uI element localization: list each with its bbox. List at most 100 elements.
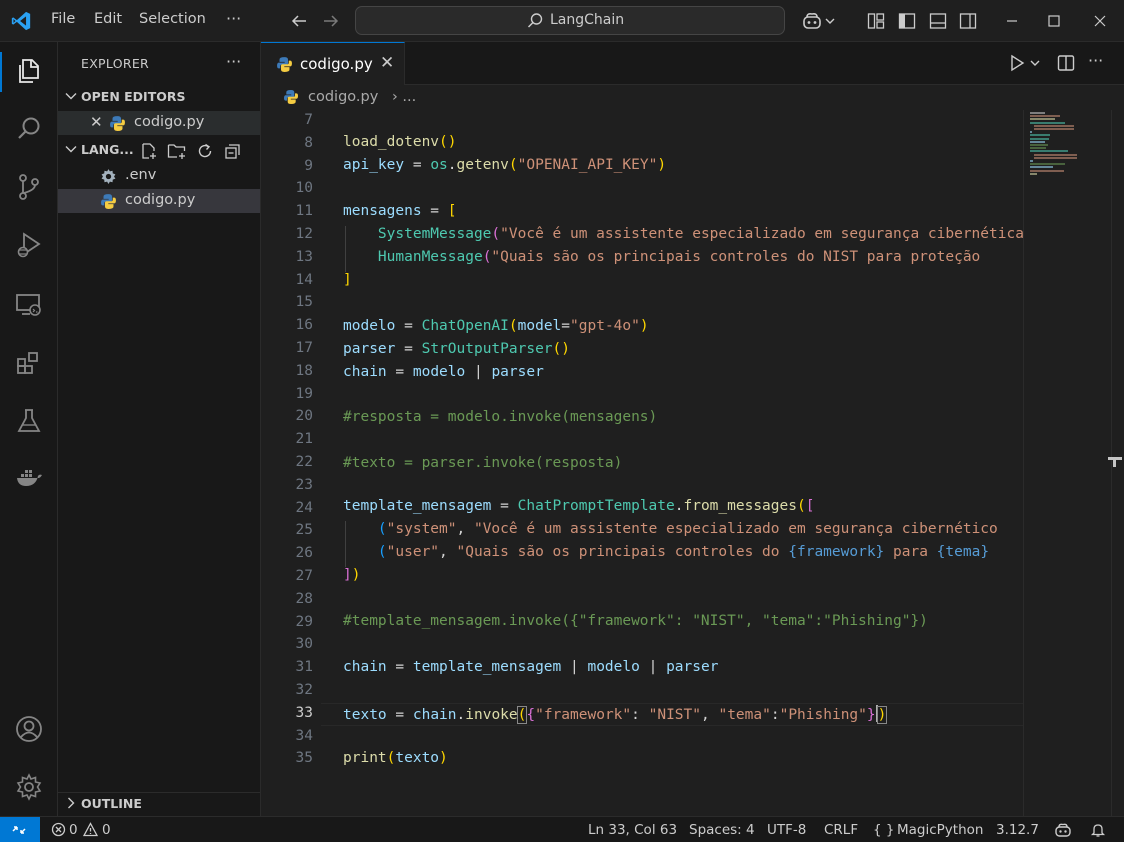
gear-icon (16, 773, 42, 801)
token: mensagens (343, 203, 422, 219)
token: = (395, 318, 422, 334)
line-number: 33 (295, 704, 313, 721)
customize-layout-icon[interactable] (866, 11, 886, 31)
explorer-more-button[interactable]: ··· (226, 52, 241, 71)
close-icon[interactable]: ✕ (90, 113, 103, 131)
code-line-14: ] (343, 272, 352, 288)
file-encoding[interactable]: UTF-8 (767, 822, 806, 838)
explorer-view-button[interactable] (0, 44, 58, 94)
tab-codigo-py[interactable]: codigo.py ✕ (261, 42, 405, 85)
language-mode[interactable]: MagicPython (897, 822, 983, 838)
line-number: 9 (304, 157, 313, 174)
language-braces-icon[interactable]: { } (873, 822, 894, 838)
token: para (884, 544, 937, 560)
menu-edit[interactable]: Edit (94, 11, 122, 27)
collapse-all-icon[interactable] (224, 142, 242, 160)
end-of-line[interactable]: CRLF (824, 822, 858, 838)
error-icon[interactable] (51, 822, 66, 837)
token: ( (508, 318, 518, 334)
line-number: 20 (295, 408, 313, 425)
accounts-button[interactable] (0, 702, 58, 752)
token: chain (343, 364, 387, 380)
remote-indicator-button[interactable] (0, 817, 40, 842)
minimap[interactable] (1023, 110, 1111, 816)
menu-file[interactable]: File (51, 11, 75, 27)
python-interpreter-version[interactable]: 3.12.7 (996, 822, 1039, 838)
files-icon (19, 59, 39, 83)
chevron-right-icon (68, 797, 75, 809)
maximize-icon[interactable] (1044, 11, 1064, 31)
error-count[interactable]: 0 (69, 822, 78, 838)
line-number: 7 (304, 112, 313, 128)
tab-close-icon[interactable]: ✕ (380, 53, 394, 73)
open-editor-item[interactable]: ✕ codigo.py (58, 111, 260, 135)
menu-selection[interactable]: Selection (139, 11, 206, 27)
menu-more-button[interactable]: ··· (226, 9, 241, 28)
breadcrumb-file[interactable]: codigo.py (308, 89, 378, 105)
token: ( (377, 544, 387, 560)
notifications-bell-icon[interactable] (1090, 822, 1106, 838)
breadcrumb-symbols[interactable]: › ... (392, 89, 416, 105)
token: ] (343, 567, 352, 583)
copilot-icon[interactable] (801, 11, 823, 31)
warning-count[interactable]: 0 (102, 822, 111, 838)
toggle-primary-sidebar-icon[interactable] (897, 11, 917, 31)
open-editors-section[interactable]: OPEN EDITORS (58, 86, 261, 108)
close-window-icon[interactable] (1090, 11, 1110, 31)
warning-icon[interactable] (83, 822, 98, 837)
docker-view-button[interactable] (0, 450, 58, 500)
chevron-down-icon[interactable] (823, 11, 837, 31)
minimap-line (1030, 112, 1045, 114)
vscode-logo-icon[interactable] (10, 10, 32, 32)
outline-section[interactable]: OUTLINE (58, 792, 261, 816)
file-item-env[interactable]: .env (58, 164, 260, 188)
testing-view-button[interactable] (0, 394, 58, 444)
scroll-cursor-marker (1113, 457, 1116, 467)
chevron-down-icon[interactable] (1028, 53, 1042, 73)
toggle-secondary-sidebar-icon[interactable] (958, 11, 978, 31)
code-line-25: ("system", "Você é um assistente especia… (343, 521, 998, 537)
code-line-13: HumanMessage("Quais são os principais co… (343, 249, 980, 265)
cursor-position[interactable]: Ln 33, Col 63 (588, 822, 677, 838)
token: chain (412, 707, 457, 723)
extensions-view-button[interactable] (0, 336, 58, 386)
line-number: 11 (295, 203, 313, 220)
line-number-gutter: 7 8 9 10 11 12 13 14 15 16 17 18 19 20 21 22 23 24 25 26 27 2… (261, 110, 321, 816)
editor-more-actions-button[interactable]: ··· (1088, 51, 1103, 70)
arrow-right-icon[interactable] (321, 11, 341, 31)
search-view-button[interactable] (0, 102, 58, 152)
token: = (395, 341, 422, 357)
run-python-file-icon[interactable] (1007, 53, 1027, 73)
minimap-line (1030, 163, 1065, 166)
code-editor[interactable]: 7 8 9 10 11 12 13 14 15 16 17 18 19 20 21 22 23 24 25 26 27 2… (261, 110, 1124, 816)
account-icon (16, 716, 42, 742)
arrow-left-icon[interactable] (289, 11, 309, 31)
refresh-icon[interactable] (196, 142, 214, 160)
remote-explorer-view-button[interactable] (0, 278, 58, 328)
code-lines[interactable]: load_dotenv() api_key = os.getenv("OPENA… (343, 110, 1023, 816)
minimap-line (1030, 160, 1033, 162)
manage-settings-button[interactable] (0, 760, 58, 810)
minimap-line (1030, 131, 1032, 134)
title-bar: File Edit Selection ··· LangChain (0, 0, 1124, 42)
line-number: 23 (295, 476, 313, 493)
minimize-icon[interactable] (1002, 11, 1022, 31)
source-control-view-button[interactable] (0, 160, 58, 210)
file-item-codigo[interactable]: codigo.py (58, 189, 260, 213)
token: "OPENAI_API_KEY" (517, 157, 658, 173)
split-editor-icon[interactable] (1056, 53, 1076, 73)
copilot-status-icon[interactable] (1054, 822, 1072, 838)
token: ChatOpenAI (421, 318, 509, 334)
code-line-17: parser = StrOutputParser() (343, 341, 570, 357)
minimap-line (1034, 124, 1074, 127)
token: model (517, 318, 562, 334)
line-number: 25 (295, 522, 313, 539)
new-folder-icon[interactable] (167, 142, 187, 160)
line-number: 27 (295, 568, 313, 584)
new-file-icon[interactable] (140, 142, 158, 160)
toggle-panel-icon[interactable] (928, 11, 948, 31)
token: = (386, 659, 413, 675)
run-debug-view-button[interactable] (0, 218, 58, 268)
indentation-setting[interactable]: Spaces: 4 (689, 822, 755, 838)
